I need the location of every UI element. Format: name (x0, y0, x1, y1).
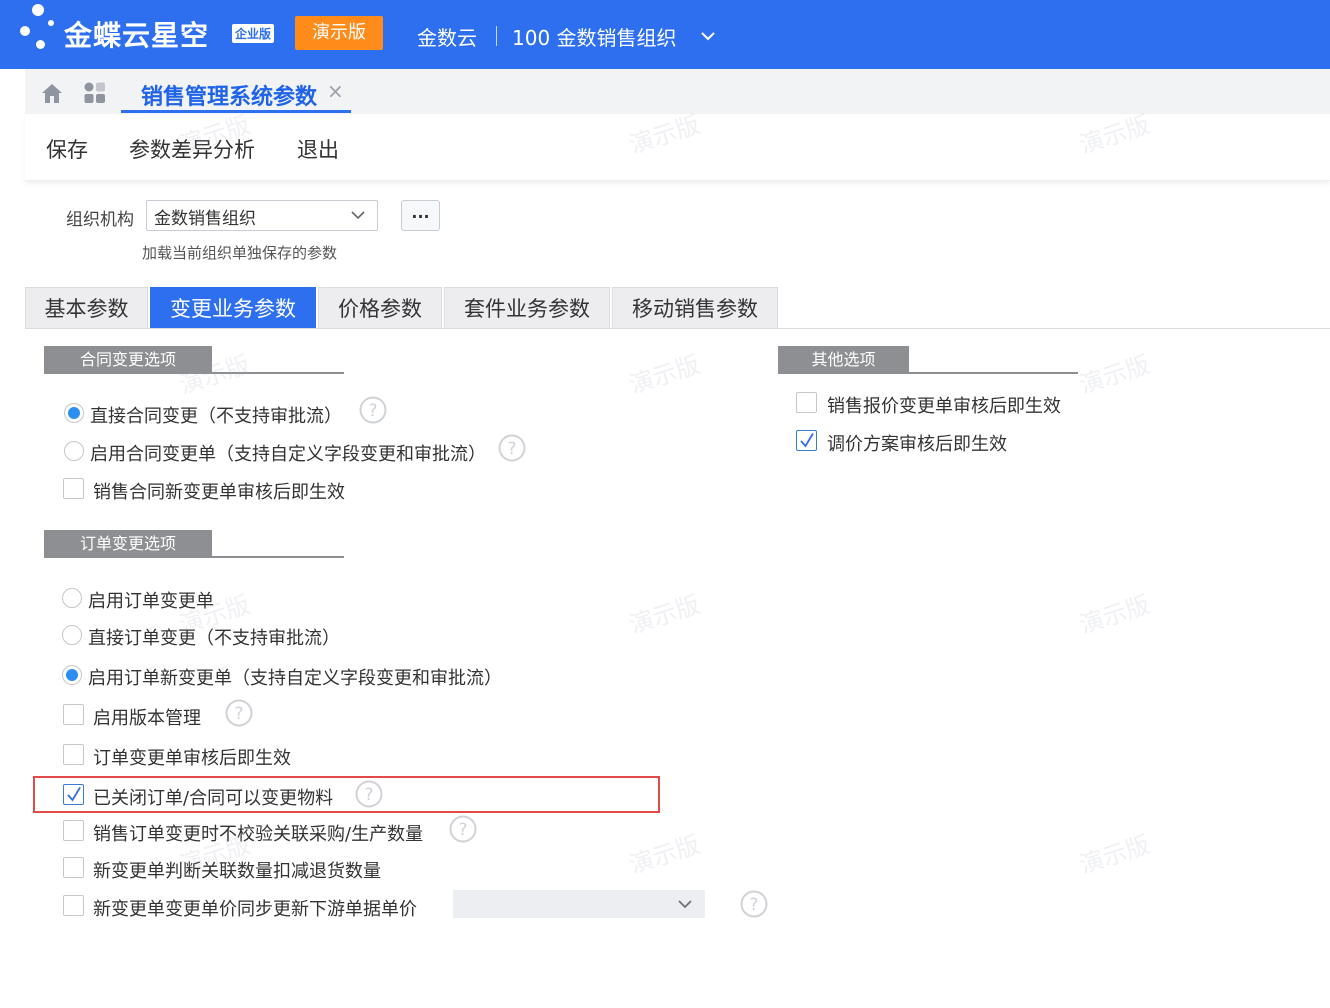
tab-mobile-params[interactable]: 移动销售参数 (612, 287, 778, 329)
tab-underline (121, 110, 351, 113)
option-label: 销售报价变更单审核后即生效 (827, 396, 1061, 417)
option-label: 启用订单变更单 (88, 591, 214, 612)
home-icon[interactable] (39, 80, 65, 106)
option-label: 订单变更单审核后即生效 (93, 748, 291, 769)
checkbox[interactable] (63, 704, 84, 725)
tab-change-params[interactable]: 变更业务参数 (150, 287, 316, 329)
other-option-price-plan-effective[interactable]: 调价方案审核后即生效 (796, 430, 1096, 455)
tab-sales-params[interactable]: 销售管理系统参数 × (121, 69, 351, 113)
checkbox[interactable] (796, 430, 817, 451)
option-label: 销售订单变更时不校验关联采购/生产数量 (93, 824, 424, 845)
order-group-title: 订单变更选项 (44, 530, 212, 558)
org-label: 组织机构 (66, 210, 134, 230)
header-divider (496, 26, 497, 46)
checkbox[interactable] (63, 820, 84, 841)
order-option-direct[interactable]: 直接订单变更（不支持审批流） (62, 624, 532, 649)
tab-divider (25, 328, 1330, 329)
apps-grid-icon[interactable] (83, 81, 107, 105)
radio-button[interactable] (64, 441, 84, 461)
contract-option-auto-effective[interactable]: 销售合同新变更单审核后即生效 (63, 478, 523, 503)
checkbox[interactable] (796, 392, 817, 413)
help-icon[interactable]: ? (449, 815, 477, 843)
help-icon[interactable]: ? (359, 396, 387, 424)
radio-button[interactable] (62, 665, 82, 685)
watermark: 演示版 (626, 830, 704, 880)
contract-option-change-bill[interactable]: 启用合同变更单（支持自定义字段变更和审批流） (64, 440, 524, 465)
watermark: 演示版 (626, 350, 704, 400)
tenant-switch[interactable]: 金数云 (417, 22, 477, 51)
org-lookup-button[interactable]: ... (401, 200, 440, 231)
order-group-header: 订单变更选项 (44, 530, 344, 558)
checkmark-icon (800, 433, 814, 448)
contract-group-title: 合同变更选项 (44, 346, 212, 374)
exit-button[interactable]: 退出 (297, 134, 339, 164)
option-label: 启用订单新变更单（支持自定义字段变更和审批流） (88, 668, 502, 689)
option-label: 新变更单变更单价同步更新下游单据单价 (93, 899, 417, 920)
sync-price-select[interactable] (453, 890, 705, 918)
order-option-auto-effective[interactable]: 订单变更单审核后即生效 (63, 744, 523, 769)
help-icon[interactable]: ? (740, 890, 768, 918)
option-label: 调价方案审核后即生效 (827, 434, 1007, 455)
watermark: 演示版 (626, 590, 704, 640)
highlight-box (33, 776, 660, 813)
watermark: 演示版 (1076, 590, 1154, 640)
save-button[interactable]: 保存 (46, 134, 88, 164)
svg-text:?: ? (368, 401, 377, 421)
close-icon[interactable]: × (327, 79, 344, 103)
brand-edition-badge: 企业版 (232, 24, 275, 43)
option-label: 启用合同变更单（支持自定义字段变更和审批流） (90, 444, 486, 465)
chevron-down-icon[interactable] (700, 28, 716, 44)
radio-button[interactable] (62, 588, 82, 608)
other-option-quote-change-effective[interactable]: 销售报价变更单审核后即生效 (796, 392, 1096, 417)
option-label: 直接订单变更（不支持审批流） (88, 628, 340, 649)
toolbar: 保存 参数差异分析 退出 (25, 114, 1330, 181)
brand-name: 金蝶云星空 (64, 19, 210, 52)
radio-button[interactable] (64, 403, 84, 423)
tab-kit-params[interactable]: 套件业务参数 (444, 287, 610, 329)
order-option-change-bill[interactable]: 启用订单变更单 (62, 587, 532, 612)
svg-text:?: ? (749, 895, 758, 915)
watermark: 演示版 (1076, 830, 1154, 880)
checkbox[interactable] (63, 478, 84, 499)
org-select-value: 金数销售组织 (154, 209, 256, 229)
chevron-down-icon (678, 900, 692, 909)
tab-price-params[interactable]: 价格参数 (318, 287, 442, 329)
group-rule (44, 372, 344, 374)
group-rule (778, 372, 1078, 374)
order-option-deduct-return-qty[interactable]: 新变更单判断关联数量扣减退货数量 (63, 857, 523, 882)
option-label: 新变更单判断关联数量扣减退货数量 (93, 861, 381, 882)
org-hint-text: 加载当前组织单独保存的参数 (142, 244, 338, 262)
logo-icon (18, 4, 58, 54)
demo-badge: 演示版 (295, 16, 383, 50)
tab-title: 销售管理系统参数 (141, 85, 318, 110)
org-select[interactable]: 金数销售组织 (146, 200, 378, 231)
svg-text:?: ? (234, 704, 243, 724)
option-label: 启用版本管理 (93, 708, 201, 729)
checkbox[interactable] (63, 895, 84, 916)
order-option-new-change-bill[interactable]: 启用订单新变更单（支持自定义字段变更和审批流） (62, 664, 532, 689)
other-group-header: 其他选项 (778, 346, 1078, 374)
order-option-version-mgmt[interactable]: 启用版本管理 (63, 704, 523, 729)
radio-button[interactable] (62, 625, 82, 645)
order-option-sync-downstream-price[interactable]: 新变更单变更单价同步更新下游单据单价 (63, 895, 443, 920)
contract-option-direct[interactable]: 直接合同变更（不支持审批流） (64, 402, 524, 427)
chevron-down-icon (351, 211, 365, 220)
other-group-title: 其他选项 (778, 346, 909, 374)
contract-group-header: 合同变更选项 (44, 346, 344, 374)
group-rule (44, 556, 344, 558)
tab-basic-params[interactable]: 基本参数 (25, 287, 148, 329)
checkbox[interactable] (63, 744, 84, 765)
option-label: 销售合同新变更单审核后即生效 (93, 482, 345, 503)
checkbox[interactable] (63, 857, 84, 878)
top-header-bar: 金蝶云星空 企业版 演示版 金数云 100 金数销售组织 (0, 0, 1330, 69)
org-switch[interactable]: 100 金数销售组织 (512, 22, 677, 51)
param-diff-button[interactable]: 参数差异分析 (129, 134, 255, 164)
help-icon[interactable]: ? (498, 434, 526, 462)
svg-text:?: ? (458, 820, 467, 840)
svg-text:?: ? (507, 439, 516, 459)
help-icon[interactable]: ? (225, 699, 253, 727)
option-label: 直接合同变更（不支持审批流） (90, 406, 342, 427)
